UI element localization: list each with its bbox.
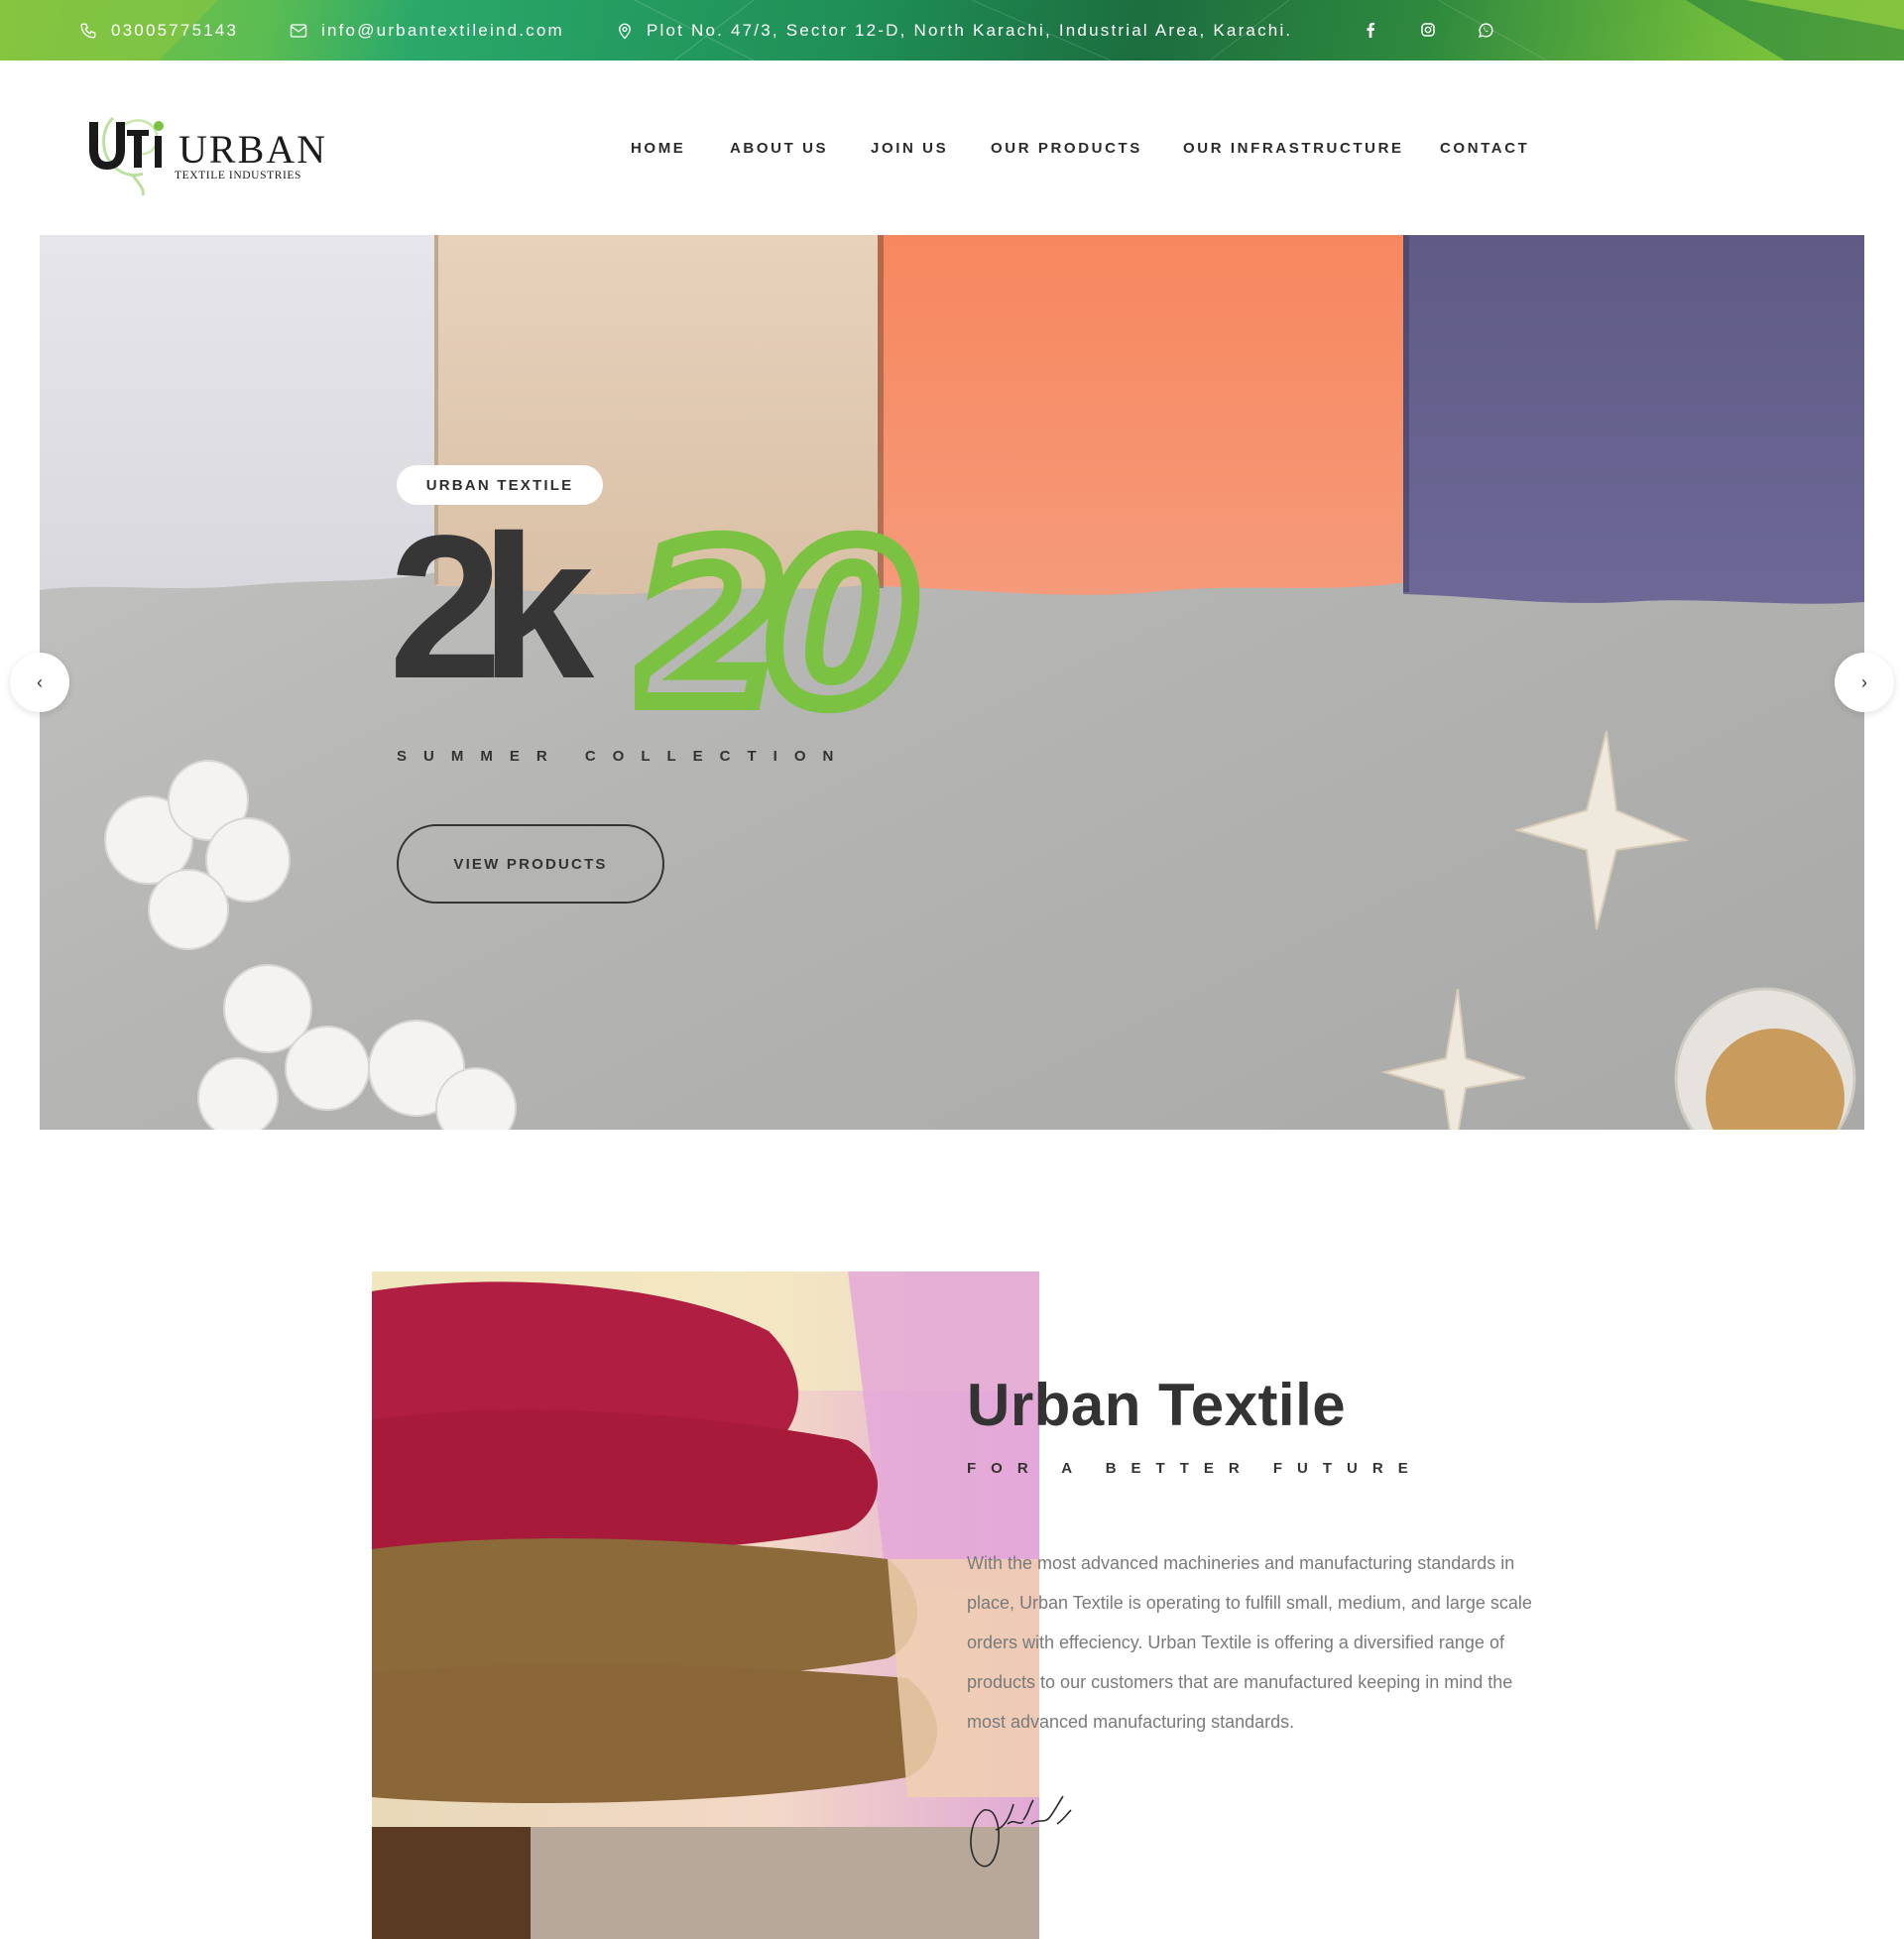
hero-subtitle: SUMMER COLLECTION — [397, 748, 851, 765]
signature-image — [970, 1795, 1072, 1868]
chevron-right-icon: › — [1861, 671, 1867, 692]
phone-number: 03005775143 — [111, 20, 239, 40]
facebook-icon[interactable] — [1359, 18, 1382, 42]
nav-item-join-us[interactable]: JOIN US — [871, 140, 948, 157]
stacked-towels-photo — [372, 1272, 1039, 1939]
map-pin-icon — [619, 23, 631, 39]
nav-item-home[interactable]: HOME — [631, 140, 685, 157]
about-towels-image — [372, 1272, 1039, 1939]
nav-item-our-infrastructure[interactable]: OUR INFRASTRUCTURE — [1183, 140, 1404, 157]
hero-slider: URBAN TEXTILE 2k 20 SUMMER COLLECTION VI… — [40, 235, 1864, 1130]
topbar-email[interactable]: info@urbantextileind.com — [290, 0, 564, 61]
about-title: Urban Textile — [967, 1372, 1347, 1438]
slider-next-button[interactable]: › — [1835, 653, 1894, 712]
nav-item-contact[interactable]: CONTACT — [1440, 140, 1529, 157]
topbar-address: Plot No. 47/3, Sector 12-D, North Karach… — [617, 0, 1292, 61]
site-header: URBAN TEXTILE INDUSTRIES HOME ABOUT US J… — [0, 61, 1904, 235]
envelope-icon — [290, 23, 307, 38]
nav-item-our-products[interactable]: OUR PRODUCTS — [991, 140, 1142, 157]
site-logo[interactable]: URBAN TEXTILE INDUSTRIES — [83, 106, 325, 195]
chevron-left-icon: ‹ — [37, 671, 43, 692]
hero-headline-2k: 2k — [389, 493, 594, 721]
address-text: Plot No. 47/3, Sector 12-D, North Karach… — [647, 20, 1293, 40]
view-products-button[interactable]: VIEW PRODUCTS — [397, 824, 664, 904]
phone-icon — [80, 23, 96, 38]
logo-subtitle: TEXTILE INDUSTRIES — [175, 170, 302, 182]
logo-word: URBAN — [178, 127, 328, 172]
about-subtitle: FOR A BETTER FUTURE — [967, 1460, 1423, 1477]
svg-text:20: 20 — [635, 513, 911, 731]
hero-background-image — [40, 235, 1864, 1130]
whatsapp-icon[interactable] — [1474, 18, 1497, 42]
instagram-icon[interactable] — [1416, 18, 1440, 42]
nav-item-about-us[interactable]: ABOUT US — [730, 140, 828, 157]
logo-mark — [89, 116, 164, 195]
about-description: With the most advanced machineries and m… — [967, 1553, 1532, 1732]
top-contact-bar: 03005775143 info@urbantextileind.com Plo… — [0, 0, 1904, 61]
topbar-phone[interactable]: 03005775143 — [79, 0, 238, 61]
hero-headline-20: 20 — [635, 513, 932, 731]
email-address: info@urbantextileind.com — [321, 20, 564, 40]
slider-prev-button[interactable]: ‹ — [10, 653, 69, 712]
